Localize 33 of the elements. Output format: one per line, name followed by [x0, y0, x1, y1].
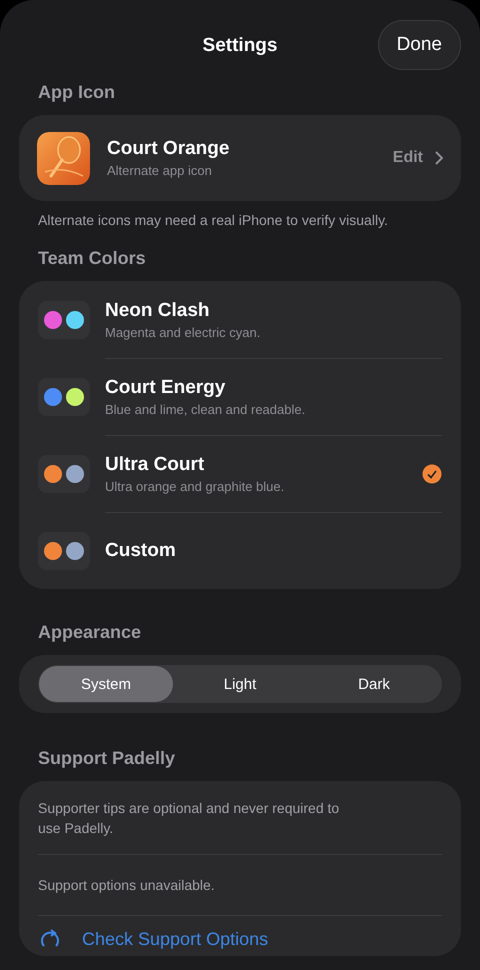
- theme-name: Custom: [105, 540, 177, 562]
- section-heading: Support Padelly: [37, 748, 176, 769]
- theme-name: Court Energy: [105, 376, 226, 398]
- chevron-icon: [435, 151, 443, 165]
- support-note: Supporter tips are optional and never required to use Padelly.: [38, 799, 340, 838]
- theme-name: Ultra Court: [105, 454, 206, 476]
- theme-name: Neon Clash: [105, 300, 211, 322]
- edit-button[interactable]: Edit: [392, 149, 443, 167]
- section-heading: Team Colors: [37, 248, 147, 269]
- section-heading: Appearance: [37, 622, 142, 643]
- icon-name: Court Orange: [107, 138, 230, 160]
- team-color-row[interactable]: Ultra Court Ultra orange and graphite blue.: [38, 435, 442, 512]
- section-heading: App Icon: [37, 82, 116, 103]
- theme-description: Blue and lime, clean and readable.: [105, 402, 306, 416]
- icon-subtitle: Alternate app icon: [107, 163, 213, 178]
- team-color-row[interactable]: Court Energy Blue and lime, clean and readable.: [38, 358, 442, 435]
- swatch-icon: [38, 532, 90, 570]
- done-button[interactable]: Done: [378, 20, 461, 70]
- team-color-row[interactable]: Neon Clash Magenta and electric cyan.: [38, 281, 442, 358]
- appearance-option[interactable]: Light: [173, 666, 307, 702]
- swatch-icon: [38, 378, 90, 416]
- theme-description: Ultra orange and graphite blue.: [105, 478, 286, 494]
- footnote: Alternate icons may need a real iPhone to verify visually.: [37, 212, 389, 228]
- swatch-icon: [38, 300, 90, 338]
- appearance-option[interactable]: System: [39, 666, 173, 702]
- swatch-icon: [38, 454, 90, 492]
- theme-description: Magenta and electric cyan.: [105, 324, 262, 340]
- appearance-option[interactable]: Dark: [307, 666, 441, 702]
- sheet-title: Settings: [202, 35, 278, 57]
- team-color-row[interactable]: Custom: [38, 512, 442, 589]
- app-icon: [37, 132, 90, 184]
- check-support-button[interactable]: Check Support Options: [38, 916, 268, 956]
- support-status: Support options unavailable.: [38, 876, 216, 895]
